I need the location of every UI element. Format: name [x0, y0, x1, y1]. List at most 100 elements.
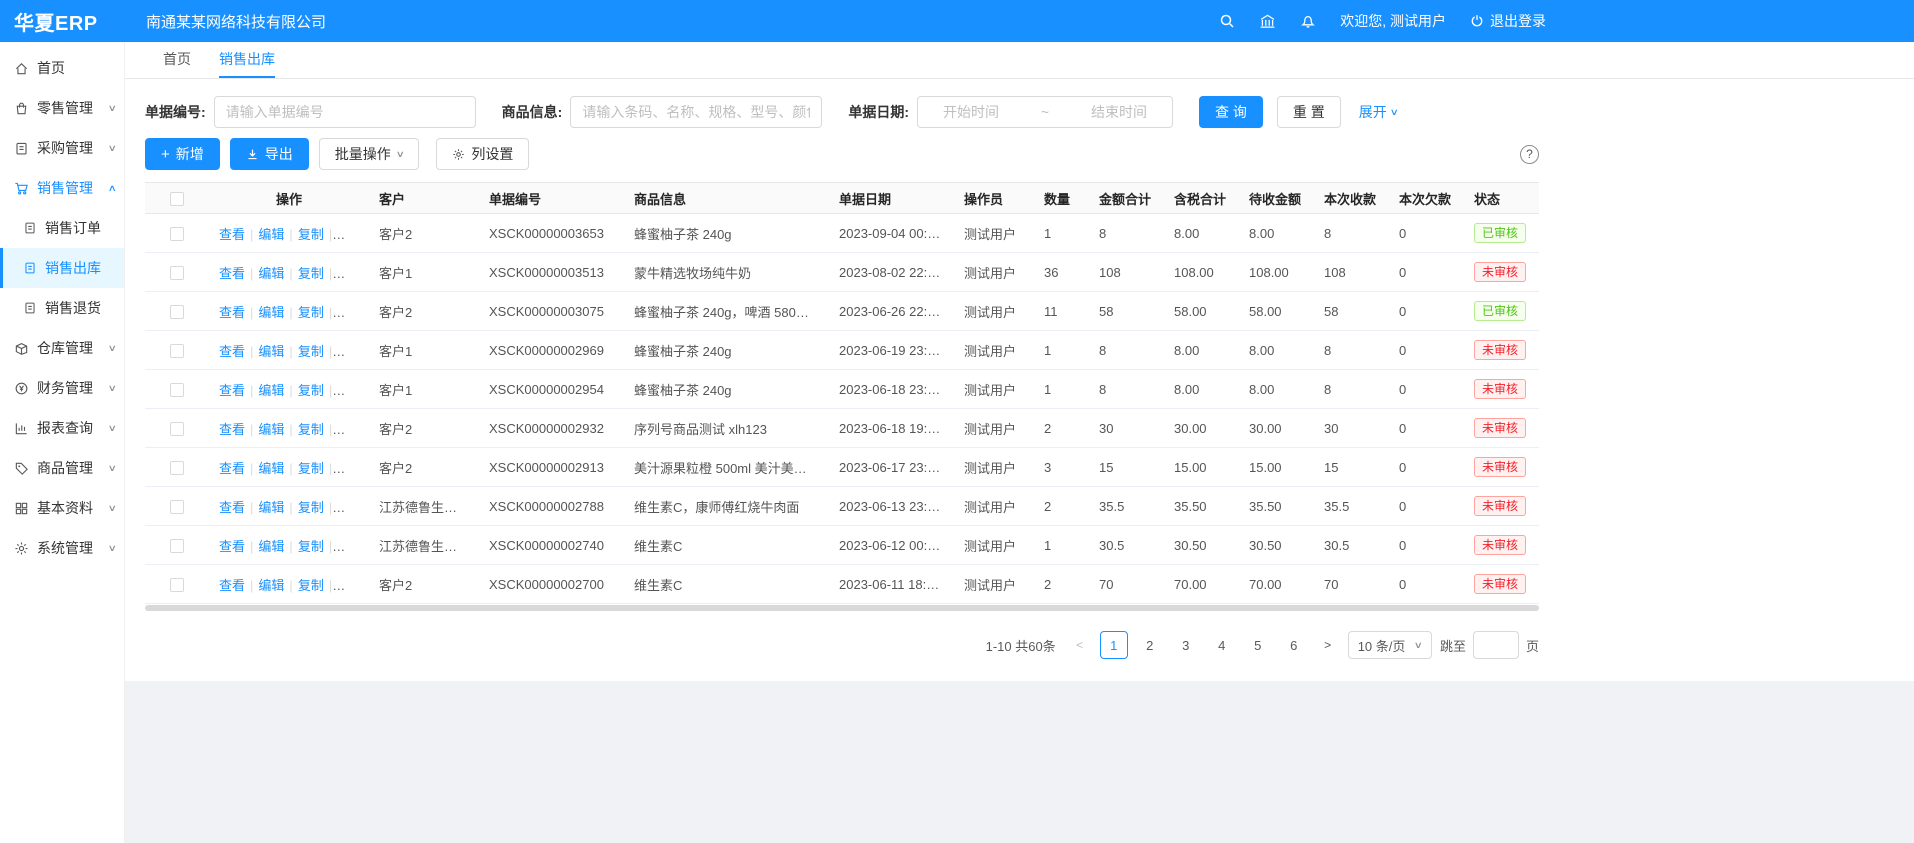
row-action-copy[interactable]: 复制 — [298, 383, 324, 398]
expand-filters-link[interactable]: 展开 ∨ — [1359, 102, 1398, 122]
batch-operations-button[interactable]: 批量操作 ∨ — [319, 138, 420, 170]
page-button-3[interactable]: 3 — [1172, 631, 1200, 659]
page-button-6[interactable]: 6 — [1280, 631, 1308, 659]
sidebar-item-goods[interactable]: 商品管理 ∨ — [0, 448, 124, 488]
row-action-copy[interactable]: 复制 — [298, 500, 324, 515]
home-icon — [14, 61, 29, 76]
date-end-input[interactable] — [1074, 104, 1164, 120]
row-checkbox[interactable] — [170, 500, 184, 514]
sidebar-item-sales-outbound[interactable]: 销售出库 — [0, 248, 124, 288]
row-action-copy[interactable]: 复制 — [298, 305, 324, 320]
row-checkbox[interactable] — [170, 266, 184, 280]
plus-icon: + — [161, 146, 170, 163]
row-action-view[interactable]: 查看 — [219, 266, 245, 281]
grid-icon — [14, 501, 29, 516]
bill-no-input[interactable] — [214, 96, 476, 128]
reset-button[interactable]: 重 置 — [1277, 96, 1341, 128]
actions-cell: 查看|编辑|复制|删除 — [209, 370, 369, 409]
bank-icon[interactable] — [1259, 13, 1276, 30]
row-checkbox[interactable] — [170, 344, 184, 358]
row-action-view[interactable]: 查看 — [219, 422, 245, 437]
page-button-1[interactable]: 1 — [1100, 631, 1128, 659]
logout-button[interactable]: 退出登录 — [1470, 11, 1546, 31]
page-size-select[interactable]: 10 条/页 ∨ — [1348, 631, 1432, 659]
row-action-edit[interactable]: 编辑 — [258, 422, 284, 437]
sidebar-item-report[interactable]: 报表查询 ∨ — [0, 408, 124, 448]
col-header-operator: 操作员 — [954, 183, 1034, 214]
table-row: 查看|编辑|复制|删除客户2XSCK00000003653蜂蜜柚子茶 240g2… — [145, 214, 1539, 253]
row-action-view[interactable]: 查看 — [219, 539, 245, 554]
tax-total-cell: 8.00 — [1164, 331, 1239, 370]
row-action-edit[interactable]: 编辑 — [258, 539, 284, 554]
sidebar-item-system[interactable]: 系统管理 ∨ — [0, 528, 124, 568]
tab-sales-outbound[interactable]: 销售出库 — [219, 42, 275, 78]
row-action-edit[interactable]: 编辑 — [258, 578, 284, 593]
page-button-5[interactable]: 5 — [1244, 631, 1272, 659]
customer-cell: 江苏德鲁生物科... — [369, 487, 479, 526]
column-settings-button[interactable]: 列设置 — [436, 138, 529, 170]
page-button-2[interactable]: 2 — [1136, 631, 1164, 659]
sidebar-item-sales-order[interactable]: 销售订单 — [0, 208, 124, 248]
bell-icon[interactable] — [1300, 13, 1316, 29]
row-action-copy[interactable]: 复制 — [298, 422, 324, 437]
sidebar-item-finance[interactable]: 财务管理 ∨ — [0, 368, 124, 408]
row-checkbox[interactable] — [170, 461, 184, 475]
row-checkbox[interactable] — [170, 227, 184, 241]
action-separator: | — [250, 578, 253, 593]
sidebar-item-retail[interactable]: 零售管理 ∨ — [0, 88, 124, 128]
help-icon[interactable]: ? — [1520, 145, 1539, 164]
page-button-4[interactable]: 4 — [1208, 631, 1236, 659]
row-action-view[interactable]: 查看 — [219, 227, 245, 242]
search-icon[interactable] — [1219, 13, 1235, 29]
date-start-input[interactable] — [926, 104, 1016, 120]
date-range-picker[interactable]: ~ — [917, 96, 1173, 128]
row-action-copy[interactable]: 复制 — [298, 578, 324, 593]
add-button[interactable]: + 新增 — [145, 138, 220, 170]
sidebar-item-sales-return[interactable]: 销售退货 — [0, 288, 124, 328]
sidebar-item-warehouse[interactable]: 仓库管理 ∨ — [0, 328, 124, 368]
table-row: 查看|编辑|复制|删除客户1XSCK00000002954蜂蜜柚子茶 240g2… — [145, 370, 1539, 409]
row-action-view[interactable]: 查看 — [219, 578, 245, 593]
row-action-edit[interactable]: 编辑 — [258, 227, 284, 242]
row-action-view[interactable]: 查看 — [219, 500, 245, 515]
row-checkbox[interactable] — [170, 422, 184, 436]
row-action-view[interactable]: 查看 — [219, 461, 245, 476]
row-action-copy[interactable]: 复制 — [298, 227, 324, 242]
row-action-view[interactable]: 查看 — [219, 344, 245, 359]
row-action-edit[interactable]: 编辑 — [258, 344, 284, 359]
row-checkbox[interactable] — [170, 305, 184, 319]
material-cell: 美汁源果粒橙 500ml 美汁美汁美汁... — [624, 448, 829, 487]
export-button[interactable]: 导出 — [230, 138, 309, 170]
row-action-copy[interactable]: 复制 — [298, 266, 324, 281]
sidebar-item-sales[interactable]: 销售管理 ∧ — [0, 168, 124, 208]
row-checkbox[interactable] — [170, 383, 184, 397]
material-input[interactable] — [570, 96, 822, 128]
chevron-down-icon: ∨ — [1414, 640, 1423, 651]
row-action-copy[interactable]: 复制 — [298, 344, 324, 359]
row-action-copy[interactable]: 复制 — [298, 539, 324, 554]
horizontal-scrollbar[interactable] — [145, 605, 1539, 611]
row-action-view[interactable]: 查看 — [219, 305, 245, 320]
sidebar-item-basic-data[interactable]: 基本资料 ∨ — [0, 488, 124, 528]
row-action-edit[interactable]: 编辑 — [258, 305, 284, 320]
select-all-checkbox[interactable] — [170, 192, 184, 206]
jump-page-input[interactable] — [1473, 631, 1519, 659]
row-action-edit[interactable]: 编辑 — [258, 461, 284, 476]
row-action-copy[interactable]: 复制 — [298, 461, 324, 476]
next-page-button[interactable]: > — [1316, 631, 1340, 659]
sidebar-item-purchase[interactable]: 采购管理 ∨ — [0, 128, 124, 168]
operator-cell: 测试用户 — [954, 331, 1034, 370]
row-action-edit[interactable]: 编辑 — [258, 266, 284, 281]
tab-home[interactable]: 首页 — [163, 42, 191, 78]
row-action-view[interactable]: 查看 — [219, 383, 245, 398]
row-checkbox[interactable] — [170, 578, 184, 592]
search-button[interactable]: 查 询 — [1199, 96, 1263, 128]
row-action-edit[interactable]: 编辑 — [258, 383, 284, 398]
sidebar-item-label: 仓库管理 — [37, 338, 93, 358]
prev-page-button[interactable]: < — [1068, 631, 1092, 659]
export-label: 导出 — [265, 144, 293, 164]
row-checkbox[interactable] — [170, 539, 184, 553]
row-action-edit[interactable]: 编辑 — [258, 500, 284, 515]
bill-no-cell: XSCK00000002740 — [479, 526, 624, 565]
sidebar-item-home[interactable]: 首页 — [0, 48, 124, 88]
